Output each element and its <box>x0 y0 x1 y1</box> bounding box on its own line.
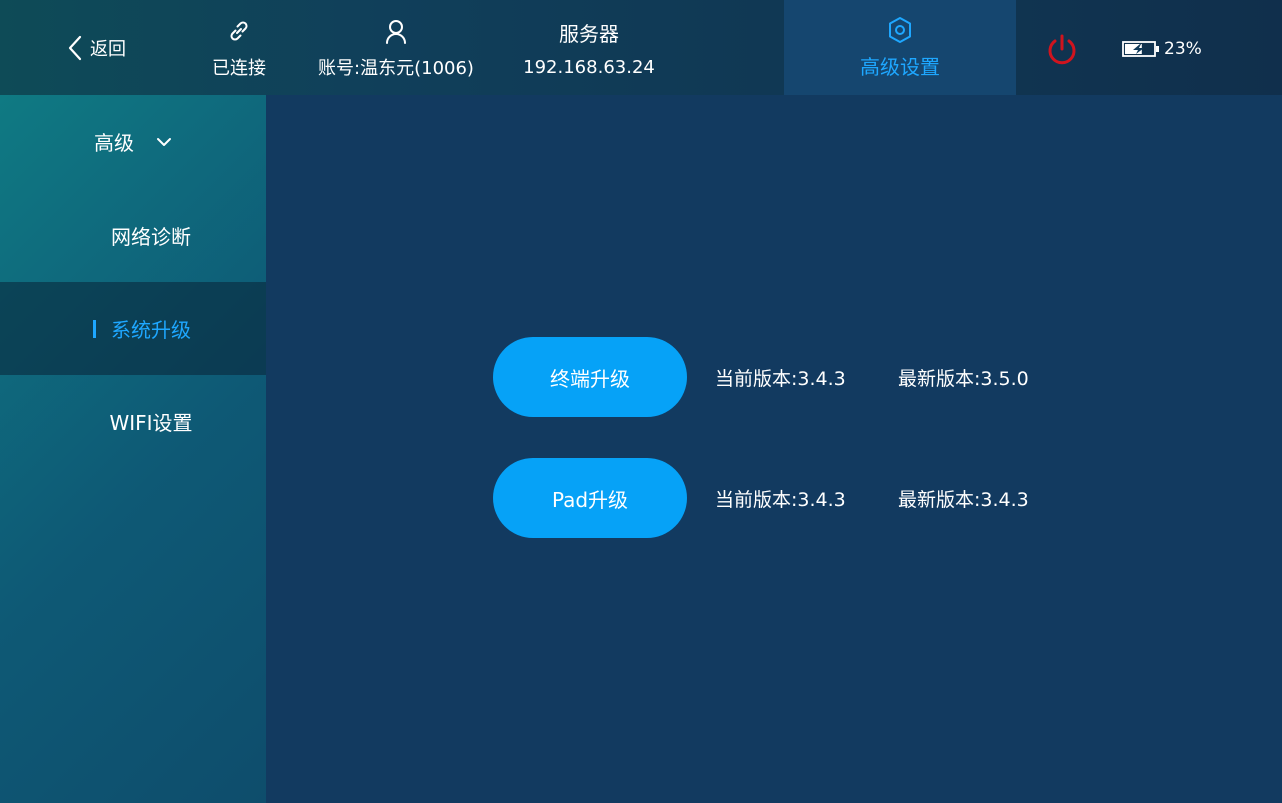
sidebar-section-label: 高级 <box>94 131 134 155</box>
power-button[interactable] <box>1044 32 1080 68</box>
sidebar-item-wifi-settings[interactable]: WIFI设置 <box>0 375 266 468</box>
power-icon <box>1044 34 1080 72</box>
chevron-down-icon <box>156 137 172 147</box>
pad-latest-version: 最新版本:3.4.3 <box>898 488 1029 511</box>
connection-status: 已连接 <box>198 0 280 95</box>
battery-percent: 23% <box>1164 39 1202 59</box>
connection-label: 已连接 <box>212 57 266 79</box>
sidebar-item-system-upgrade[interactable]: 系统升级 <box>0 282 266 375</box>
sidebar-item-label: 网络诊断 <box>111 225 191 249</box>
gear-icon <box>885 15 915 45</box>
pad-current-version: 当前版本:3.4.3 <box>715 488 846 511</box>
account-label: 账号:温东元(1006) <box>318 57 474 79</box>
tab-advanced-settings[interactable]: 高级设置 <box>784 0 1016 95</box>
selected-indicator <box>93 320 96 338</box>
terminal-upgrade-row: 终端升级 当前版本:3.4.3 最新版本:3.5.0 <box>493 337 1029 417</box>
battery-status: 23% <box>1122 38 1202 60</box>
sidebar: 高级 网络诊断 系统升级 WIFI设置 <box>0 95 266 803</box>
terminal-latest-version: 最新版本:3.5.0 <box>898 367 1029 390</box>
top-bar: 返回 已连接 账号:温东元(1006) 服务器 192.168.63.24 高级… <box>0 0 1282 95</box>
sidebar-item-network-diagnosis[interactable]: 网络诊断 <box>0 189 266 282</box>
server-info: 服务器 192.168.63.24 <box>510 0 668 95</box>
terminal-upgrade-button[interactable]: 终端升级 <box>493 337 687 417</box>
sidebar-item-label: 系统升级 <box>111 318 191 342</box>
sidebar-item-label: WIFI设置 <box>109 411 193 435</box>
link-icon <box>224 16 254 46</box>
advanced-settings-label: 高级设置 <box>860 55 940 79</box>
terminal-current-version: 当前版本:3.4.3 <box>715 367 846 390</box>
user-icon <box>382 16 410 46</box>
chevron-left-icon <box>66 34 84 62</box>
sidebar-section-advanced[interactable]: 高级 <box>0 95 266 188</box>
server-address: 192.168.63.24 <box>523 56 655 78</box>
account-info: 账号:温东元(1006) <box>308 0 484 95</box>
back-label: 返回 <box>90 38 126 60</box>
pad-upgrade-button[interactable]: Pad升级 <box>493 458 687 538</box>
back-button[interactable]: 返回 <box>66 0 176 95</box>
main-content: 终端升级 当前版本:3.4.3 最新版本:3.5.0 Pad升级 当前版本:3.… <box>266 95 1282 803</box>
server-title: 服务器 <box>559 21 619 46</box>
pad-upgrade-row: Pad升级 当前版本:3.4.3 最新版本:3.4.3 <box>493 458 1029 538</box>
battery-charging-icon <box>1122 40 1160 58</box>
app-window: 返回 已连接 账号:温东元(1006) 服务器 192.168.63.24 高级… <box>0 0 1282 803</box>
